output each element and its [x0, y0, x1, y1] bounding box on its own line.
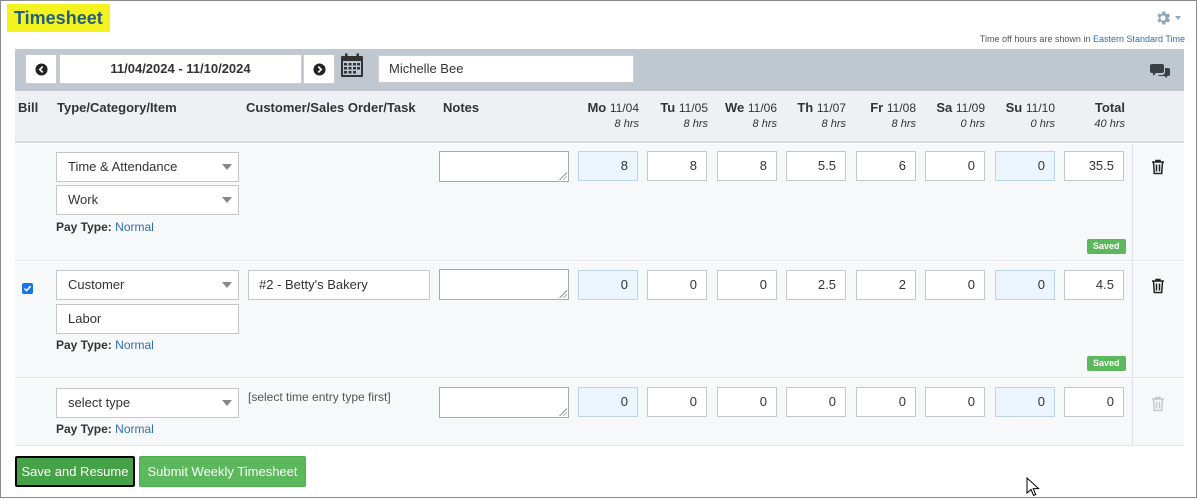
trash-icon [1152, 396, 1164, 412]
resize-handle[interactable] [559, 408, 567, 416]
delete-row-button-disabled [1151, 396, 1165, 415]
hours-thu[interactable]: 0 [786, 387, 846, 417]
hours-mon[interactable]: 8 [578, 151, 638, 181]
column-divider [1132, 262, 1133, 377]
entry-type-select[interactable]: select type [56, 388, 239, 418]
pay-type: Pay Type: Normal [56, 338, 154, 352]
hours-fri[interactable]: 2 [856, 270, 916, 300]
column-divider [1132, 379, 1133, 445]
calendar-button[interactable] [340, 53, 364, 81]
hours-sun[interactable]: 0 [995, 270, 1055, 300]
notes-field[interactable] [439, 151, 569, 182]
hours-mon[interactable]: 0 [578, 270, 638, 300]
comments-icon [1150, 64, 1170, 78]
save-and-resume-button[interactable]: Save and Resume [15, 456, 135, 487]
hours-fri[interactable]: 0 [856, 387, 916, 417]
previous-week-button[interactable] [25, 54, 57, 84]
row-total: 0 [1064, 387, 1124, 417]
bill-header: Bill [18, 100, 39, 115]
mouse-cursor-icon [1026, 476, 1040, 500]
hours-thu[interactable]: 2.5 [786, 270, 846, 300]
hours-tue[interactable]: 8 [647, 151, 707, 181]
caret-down-icon [222, 282, 232, 288]
new-entry-row: select type [select time entry type firs… [15, 379, 1184, 446]
hours-sat[interactable]: 0 [925, 270, 985, 300]
saved-badge: Saved [1087, 356, 1126, 371]
pay-type-link[interactable]: Normal [115, 220, 154, 234]
caret-down-icon [222, 400, 232, 406]
customer-header: Customer/Sales Order/Task [246, 100, 416, 115]
hours-wed[interactable]: 0 [717, 270, 777, 300]
caret-down-icon [222, 164, 232, 170]
time-entry-row: Time & Attendance Work Pay Type: Normal … [15, 144, 1184, 261]
hours-mon[interactable]: 0 [578, 387, 638, 417]
bill-checkbox[interactable] [22, 283, 33, 294]
saved-badge: Saved [1087, 239, 1126, 254]
chevron-left-circle-icon [34, 62, 48, 76]
day-header-wed: We 11/06 8 hrs [724, 100, 777, 130]
submit-timesheet-button[interactable]: Submit Weekly Timesheet [139, 456, 306, 487]
caret-down-icon [222, 197, 232, 203]
pay-type-link[interactable]: Normal [115, 338, 154, 352]
item-field[interactable]: Labor [56, 304, 239, 334]
hours-wed[interactable]: 8 [717, 151, 777, 181]
row-total: 35.5 [1064, 151, 1124, 181]
delete-row-button[interactable] [1151, 159, 1165, 178]
total-header: Total 40 hrs [1094, 100, 1125, 130]
chevron-right-circle-icon [312, 62, 326, 76]
employee-selector[interactable]: Michelle Bee [378, 55, 634, 83]
customer-field[interactable]: #2 - Betty's Bakery [248, 270, 430, 300]
resize-handle[interactable] [559, 290, 567, 298]
date-range[interactable]: 11/04/2024 - 11/10/2024 [59, 54, 302, 84]
column-header-row: Bill Type/Category/Item Customer/Sales O… [15, 91, 1184, 143]
pay-type-link[interactable]: Normal [115, 422, 154, 436]
category-select[interactable]: Work [56, 185, 239, 215]
hours-sat[interactable]: 0 [925, 151, 985, 181]
caret-down-icon [1175, 16, 1181, 20]
entry-type-select[interactable]: Customer [56, 270, 239, 300]
trash-icon [1152, 278, 1164, 294]
trash-icon [1152, 159, 1164, 175]
row-total: 4.5 [1064, 270, 1124, 300]
gear-icon[interactable] [1154, 9, 1172, 27]
settings-menu[interactable] [1154, 8, 1186, 28]
comments-button[interactable] [1150, 63, 1170, 81]
customer-hint: [select time entry type first] [248, 390, 391, 404]
timezone-note-text: Time off hours are shown in [979, 34, 1091, 44]
pay-type: Pay Type: Normal [56, 422, 154, 436]
hours-tue[interactable]: 0 [647, 270, 707, 300]
checkmark-icon [23, 285, 32, 292]
notes-header: Notes [443, 100, 480, 115]
week-toolbar: 11/04/2024 - 11/10/2024 Michelle Bee [15, 49, 1184, 91]
delete-row-button[interactable] [1151, 278, 1165, 297]
day-header-sat: Sa 11/09 0 hrs [936, 100, 985, 130]
entry-type-select[interactable]: Time & Attendance [56, 152, 239, 182]
day-header-mon: Mo 11/04 8 hrs [587, 100, 639, 130]
calendar-icon [341, 53, 363, 77]
timezone-note: Time off hours are shown in Eastern Stan… [980, 34, 1185, 44]
time-entry-row: Customer #2 - Betty's Bakery Labor Pay T… [15, 262, 1184, 378]
day-header-tue: Tu 11/05 8 hrs [660, 100, 708, 130]
type-header: Type/Category/Item [57, 100, 177, 115]
hours-fri[interactable]: 6 [856, 151, 916, 181]
hours-wed[interactable]: 0 [717, 387, 777, 417]
page-title: Timesheet [7, 4, 110, 32]
day-header-sun: Su 11/10 0 hrs [1005, 100, 1055, 130]
hours-sun[interactable]: 0 [995, 387, 1055, 417]
notes-field[interactable] [439, 387, 569, 418]
day-header-thu: Th 11/07 8 hrs [797, 100, 846, 130]
hours-sat[interactable]: 0 [925, 387, 985, 417]
hours-tue[interactable]: 0 [647, 387, 707, 417]
column-divider [1132, 144, 1133, 260]
resize-handle[interactable] [559, 172, 567, 180]
notes-field[interactable] [439, 269, 569, 300]
timezone-link[interactable]: Eastern Standard Time [1093, 34, 1185, 44]
hours-thu[interactable]: 5.5 [786, 151, 846, 181]
next-week-button[interactable] [303, 54, 335, 84]
hours-sun[interactable]: 0 [995, 151, 1055, 181]
pay-type: Pay Type: Normal [56, 220, 154, 234]
day-header-fri: Fr 11/08 8 hrs [870, 100, 916, 130]
